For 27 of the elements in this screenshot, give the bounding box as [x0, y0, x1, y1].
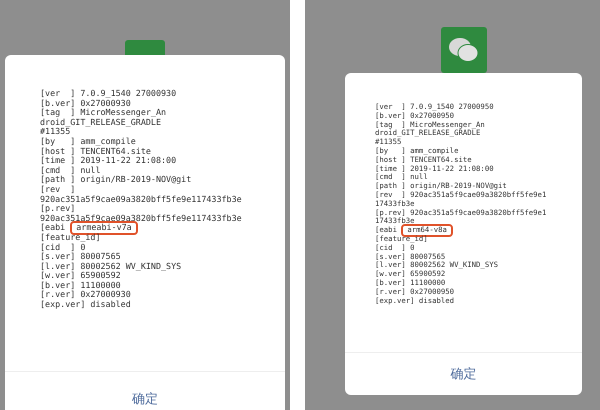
- log-line: [b.ver] 11100000: [40, 280, 121, 290]
- log-line: droid_GIT_RELEASE_GRADLE: [40, 118, 162, 128]
- log-line: [p.rev]: [40, 204, 76, 214]
- log-line: [l.ver] 80002562 WV_KIND_SYS: [40, 262, 182, 272]
- log-line: [s.ver] 80007565: [40, 252, 121, 262]
- chat-bubbles-icon: [448, 36, 480, 64]
- confirm-button[interactable]: 确定: [442, 363, 484, 385]
- log-line: [exp.ver] disabled: [40, 300, 131, 310]
- eabi-value: armeabi-v7a: [70, 221, 138, 235]
- log-line: [by ] amm_compile: [40, 136, 136, 147]
- log-line: [host ] TENCENT64.site: [40, 146, 151, 156]
- log-line: [w.ver] 65900592: [40, 271, 121, 281]
- log-line: 920ac351a5f9cae09a3820bff5fe9e117433fb3e: [40, 194, 242, 204]
- log-line: 920ac351a5f9cae09a3820bff5fe9e117433fb3e: [40, 214, 242, 224]
- log-line: [r.ver] 0x27000930: [40, 290, 131, 300]
- log-line: [path ] origin/RB-2019-NOV@git: [40, 175, 192, 185]
- log-line: [cid ] 0: [40, 242, 86, 252]
- log-line: [eabi: [40, 223, 66, 233]
- log-line: [ver ] 7.0.9_1540 27000930: [40, 89, 176, 99]
- log-line: [cmd ] null: [40, 166, 101, 176]
- log-line: [rev ]: [40, 184, 76, 195]
- confirm-button[interactable]: 确定: [124, 388, 166, 410]
- log-line: [feature_id]: [40, 232, 101, 242]
- log-line: [b.ver] 0x27000930: [40, 98, 131, 108]
- log-line: [tag ] MicroMessenger_An: [40, 108, 166, 118]
- log-line: [time ] 2019-11-22 21:08:00: [40, 156, 176, 166]
- log-line: #11355: [40, 127, 70, 137]
